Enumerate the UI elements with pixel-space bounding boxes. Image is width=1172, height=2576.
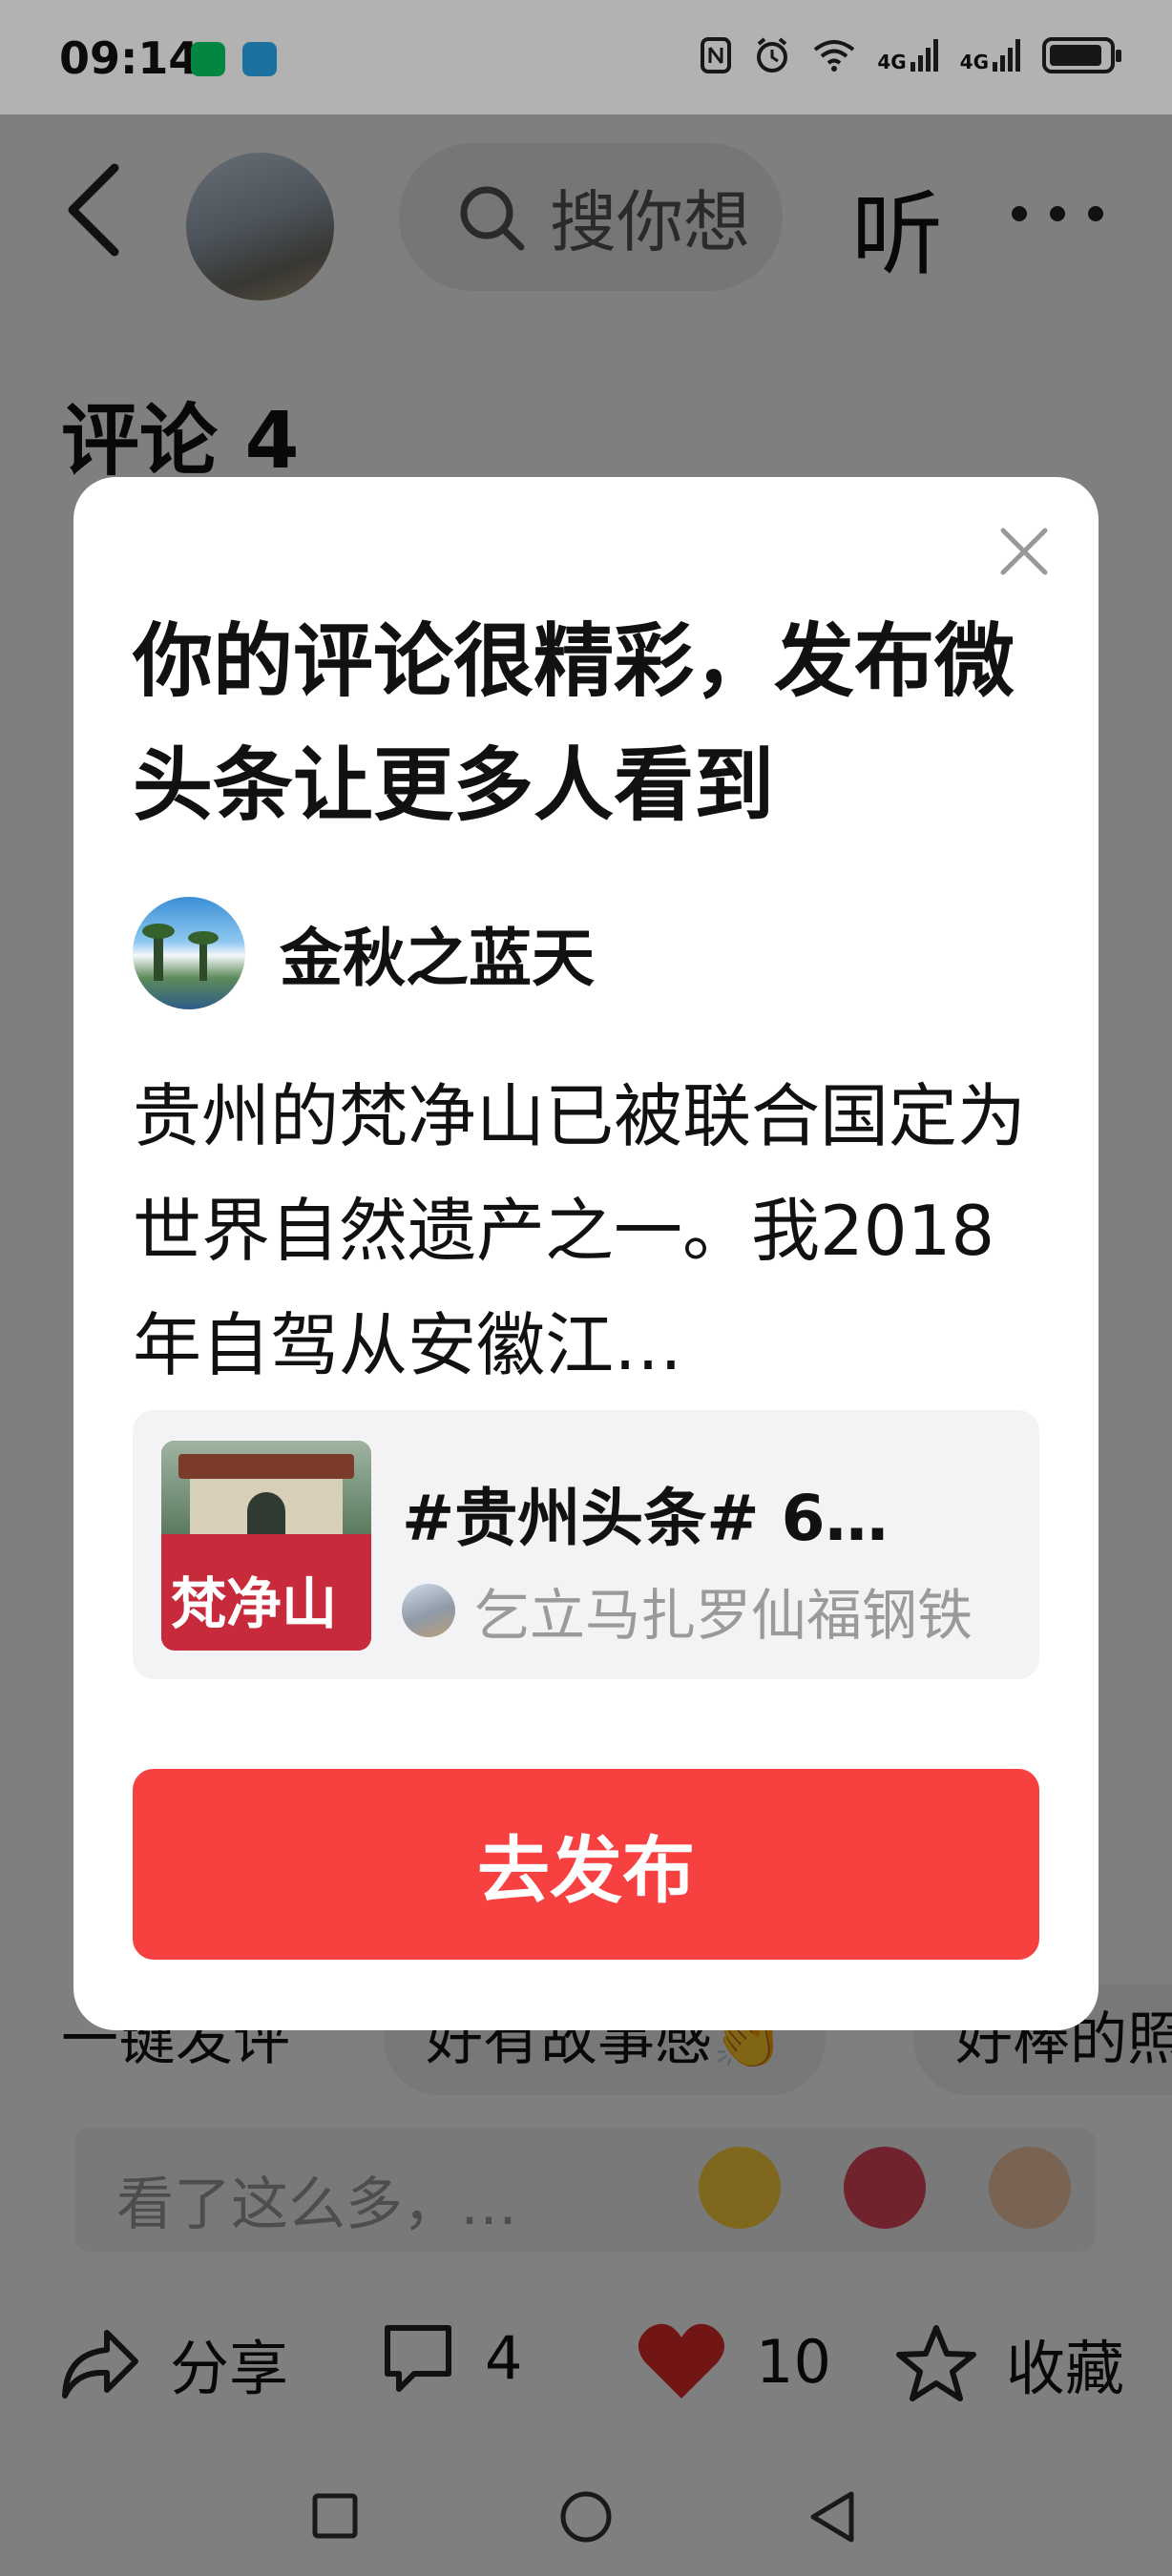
thumbnail-caption: 梵净山 — [171, 1571, 338, 1636]
source-name: 乞立马扎罗仙福钢铁 — [474, 1583, 973, 1648]
status-bar-scrim — [0, 0, 1172, 114]
comment-author-avatar — [133, 897, 245, 1009]
linked-article-card[interactable]: 梵净山 #贵州头条# 6… 乞立马扎罗仙福钢铁 — [133, 1410, 1039, 1679]
dialog-title: 你的评论很精彩，发布微头条让更多人看到 — [133, 614, 1015, 832]
comment-preview: 贵州的梵净山已被联合国定为世界自然遗产之一。我2018年自驾从安徽江… — [133, 1076, 1027, 1385]
comment-author-name: 金秋之蓝天 — [280, 922, 595, 995]
source-avatar — [402, 1584, 455, 1637]
publish-button[interactable]: 去发布 — [133, 1769, 1039, 1960]
comment-author: 金秋之蓝天 — [133, 897, 595, 1009]
close-icon[interactable] — [995, 523, 1053, 580]
article-source: 乞立马扎罗仙福钢铁 — [402, 1570, 973, 1651]
article-thumbnail: 梵净山 — [161, 1441, 371, 1651]
article-title: #贵州头条# 6… — [402, 1482, 889, 1555]
publish-dialog: 你的评论很精彩，发布微头条让更多人看到 金秋之蓝天 贵州的梵净山已被联合国定为世… — [73, 477, 1099, 2030]
